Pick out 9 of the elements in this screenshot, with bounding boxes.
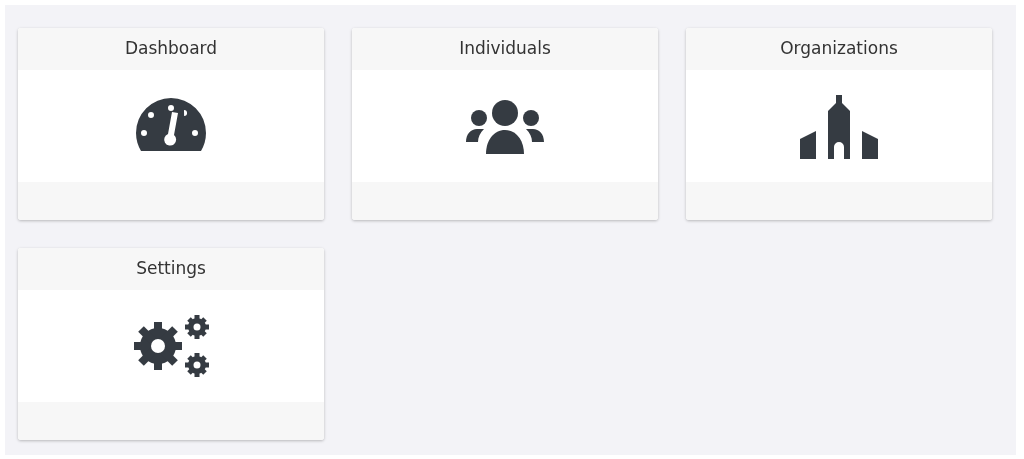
card-title: Organizations	[780, 37, 898, 61]
menu-card[interactable]: Settings	[18, 248, 324, 440]
menu-card[interactable]: Individuals	[352, 28, 658, 220]
menu-card[interactable]: Dashboard	[18, 28, 324, 220]
menu-card[interactable]: Organizations	[686, 28, 992, 220]
card-title: Dashboard	[124, 37, 218, 61]
card-title: Individuals	[459, 37, 551, 61]
card-title: Settings	[136, 257, 206, 281]
church-icon	[798, 93, 880, 159]
